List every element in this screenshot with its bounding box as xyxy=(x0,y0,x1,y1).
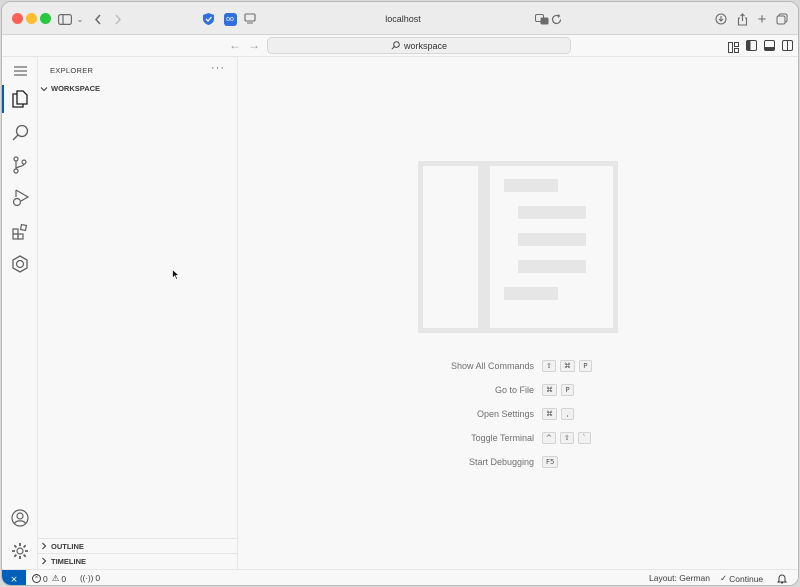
sidebar-title: EXPLORER xyxy=(50,66,94,75)
chevron-right-icon xyxy=(42,542,47,550)
search-icon[interactable] xyxy=(10,122,30,142)
accounts-icon[interactable] xyxy=(10,508,30,528)
keycap: ⌘ xyxy=(542,384,557,396)
url-field[interactable]: localhost xyxy=(268,9,538,29)
ports-count: 0 xyxy=(95,573,101,583)
search-icon xyxy=(391,41,400,50)
keycap: ⇧ xyxy=(559,432,574,444)
tab-overview-icon[interactable] xyxy=(774,11,790,27)
keycap: P xyxy=(578,360,592,372)
command-center-label: workspace xyxy=(403,40,448,51)
layout-label: Layout: German xyxy=(649,573,710,583)
keycap: P xyxy=(561,384,574,396)
problems-indicator[interactable]: × 0 ⚠ 0 xyxy=(32,573,66,584)
toggle-secondary-sidebar-icon[interactable] xyxy=(782,40,793,51)
downloads-icon[interactable] xyxy=(713,11,729,27)
reload-icon[interactable] xyxy=(548,11,564,27)
timeline-section-header[interactable]: TIMELINE xyxy=(38,553,237,568)
warning-icon: ⚠ xyxy=(51,573,60,583)
browser-window: ⌄ oo localhost + ← → workspace EXPLORER … xyxy=(1,1,799,586)
share-icon[interactable] xyxy=(734,11,750,27)
keycap: ` xyxy=(577,432,591,444)
new-tab-icon[interactable]: + xyxy=(754,11,770,28)
shield-icon[interactable] xyxy=(200,11,216,27)
menu-icon[interactable] xyxy=(10,61,30,81)
activity-bar xyxy=(2,57,38,569)
timeline-label: TIMELINE xyxy=(51,556,86,566)
shortcut-keys: ^ ⇧ ` xyxy=(542,432,591,444)
chevron-down-icon[interactable]: ⌄ xyxy=(72,11,88,27)
zoom-window-button[interactable] xyxy=(40,13,51,24)
keycap: ⌘ xyxy=(559,360,575,372)
toggle-panel-icon[interactable] xyxy=(764,40,775,51)
source-control-icon[interactable] xyxy=(10,155,30,175)
warning-count: 0 xyxy=(61,573,67,584)
outline-section-header[interactable]: OUTLINE xyxy=(38,538,237,553)
sidebar-toggle-icon[interactable] xyxy=(57,11,73,27)
outline-label: OUTLINE xyxy=(51,541,84,551)
editor-area: Show All Commands ⇧ ⌘ P Go to File ⌘ P Open Set… xyxy=(238,57,798,569)
keycap: F5 xyxy=(542,456,559,468)
shortcut-keys: F5 xyxy=(542,456,559,468)
gear-icon[interactable] xyxy=(10,541,30,561)
keyboard-layout[interactable]: Layout: German xyxy=(649,573,710,583)
error-count: 0 xyxy=(43,573,48,584)
remote-icon: ⨯ xyxy=(10,573,18,584)
shortcut-label: Toggle Terminal xyxy=(471,433,534,443)
shortcut-label: Show All Commands xyxy=(450,361,534,371)
keycap: ⌘ xyxy=(542,408,557,420)
workspace-section-header[interactable]: WORKSPACE xyxy=(40,84,100,93)
remote-indicator[interactable]: ⨯ xyxy=(2,570,26,585)
shortcut-row[interactable]: Open Settings ⌘, xyxy=(238,408,798,422)
page-settings-icon[interactable] xyxy=(242,11,258,27)
keycap: , xyxy=(561,408,574,420)
remote-explorer-icon[interactable] xyxy=(10,254,30,274)
go-back-icon[interactable]: ← xyxy=(229,38,241,52)
extension-icon[interactable]: oo xyxy=(222,11,238,27)
continue-label: Continue xyxy=(729,573,764,584)
back-icon[interactable] xyxy=(90,11,106,27)
shortcut-keys: ⇧ ⌘ P xyxy=(542,360,592,372)
status-bar: ⨯ × 0 ⚠ 0 ((·)) 0 Layout: German ✓ Conti… xyxy=(2,569,798,585)
chevron-right-icon xyxy=(42,557,47,565)
browser-toolbar: ⌄ oo localhost + xyxy=(2,2,798,35)
workspace-label: WORKSPACE xyxy=(51,84,101,93)
notifications-icon[interactable] xyxy=(777,573,787,584)
go-forward-icon[interactable]: → xyxy=(248,38,260,52)
url-text: localhost xyxy=(385,14,421,24)
minimize-window-button[interactable] xyxy=(26,13,37,24)
check-icon: ✓ xyxy=(720,573,728,583)
shortcut-label: Open Settings xyxy=(476,409,534,419)
shortcut-row[interactable]: Start Debugging F5 xyxy=(238,456,798,470)
shortcut-keys: ⌘, xyxy=(542,408,574,420)
vscode-titlebar: ← → workspace xyxy=(2,35,798,57)
run-debug-icon[interactable] xyxy=(10,188,30,208)
close-window-button[interactable] xyxy=(12,13,23,24)
continue-button[interactable]: ✓ Continue xyxy=(720,573,763,584)
shortcut-label: Start Debugging xyxy=(468,457,534,467)
explorer-icon[interactable] xyxy=(10,89,30,109)
chevron-down-icon xyxy=(40,86,48,91)
mouse-cursor xyxy=(172,269,180,280)
active-indicator xyxy=(2,85,4,113)
toggle-primary-sidebar-icon[interactable] xyxy=(746,40,757,51)
keycap: ^ xyxy=(542,432,556,444)
shortcut-row[interactable]: Go to File ⌘ P xyxy=(238,384,798,398)
vscode-watermark-logo xyxy=(418,161,618,333)
explorer-sidebar: EXPLORER ··· WORKSPACE OUTLINE TIMELINE xyxy=(38,57,238,569)
shortcut-row[interactable]: Show All Commands ⇧ ⌘ P xyxy=(238,360,798,374)
forward-icon[interactable] xyxy=(110,11,126,27)
extensions-icon[interactable] xyxy=(10,221,30,241)
broadcast-icon: ((·)) xyxy=(80,573,94,583)
customize-layout-icon[interactable] xyxy=(728,40,739,53)
more-actions-icon[interactable]: ··· xyxy=(211,62,225,74)
shortcut-keys: ⌘ P xyxy=(542,384,574,396)
shortcut-row[interactable]: Toggle Terminal ^ ⇧ ` xyxy=(238,432,798,446)
command-center[interactable]: workspace xyxy=(267,37,571,54)
keycap: ⇧ xyxy=(542,360,556,372)
error-icon: × xyxy=(32,574,41,583)
shortcut-label: Go to File xyxy=(494,385,534,395)
ports-indicator[interactable]: ((·)) 0 xyxy=(80,573,100,583)
